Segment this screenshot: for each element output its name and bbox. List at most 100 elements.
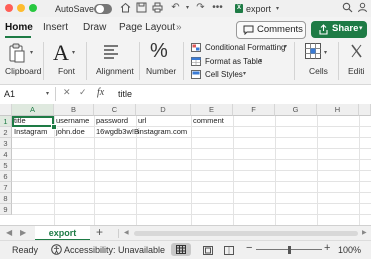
- excel-doc-icon: X: [235, 4, 243, 13]
- accessibility-icon[interactable]: [51, 244, 62, 255]
- row-header-6[interactable]: 6: [0, 171, 12, 182]
- more-icon[interactable]: •••: [211, 2, 224, 14]
- zoom-level[interactable]: 100%: [338, 245, 361, 255]
- cell-a2[interactable]: Instagram: [12, 127, 54, 138]
- more-tabs-icon[interactable]: »: [176, 22, 182, 33]
- select-all-corner[interactable]: [0, 104, 12, 116]
- cell-c2[interactable]: 16wgdb3w!B: [94, 127, 139, 138]
- tab-draw[interactable]: Draw: [83, 22, 106, 33]
- paste-icon[interactable]: [9, 43, 25, 63]
- cell-b2[interactable]: john.doe: [54, 127, 94, 138]
- autosave-toggle[interactable]: [94, 4, 112, 14]
- spreadsheet-grid[interactable]: A B C D E F G H 1 2 3 4 5 6 7 8 9 title …: [0, 104, 371, 225]
- conditional-formatting-button[interactable]: Conditional Formatting: [205, 43, 285, 52]
- page-break-view-icon[interactable]: [224, 246, 234, 255]
- cells-dropdown-icon[interactable]: ▾: [324, 49, 327, 56]
- alignment-icon[interactable]: [103, 44, 119, 60]
- sheet-tab-bar: ◀ ▶ export + ◀ ▶: [0, 225, 371, 241]
- column-header-d[interactable]: D: [136, 104, 191, 116]
- zoom-out-button[interactable]: −: [246, 242, 252, 254]
- row-header-9[interactable]: 9: [0, 204, 12, 215]
- column-header-e[interactable]: E: [191, 104, 233, 116]
- cell-e1[interactable]: comment: [191, 116, 233, 127]
- number-label: Number: [146, 66, 177, 76]
- autosave-label: AutoSave: [55, 4, 95, 14]
- column-header-h[interactable]: H: [317, 104, 359, 116]
- previous-sheet-icon[interactable]: ◀: [6, 228, 12, 237]
- page-layout-view-icon[interactable]: [203, 246, 213, 255]
- column-header-b[interactable]: B: [54, 104, 94, 116]
- conditional-formatting-dropdown-icon[interactable]: ▾: [284, 43, 287, 50]
- active-tab-indicator: [5, 36, 31, 38]
- name-box[interactable]: A1: [4, 89, 15, 99]
- account-icon[interactable]: [356, 2, 369, 14]
- comments-button[interactable]: Comments: [236, 21, 306, 39]
- share-button[interactable]: Share ▾: [311, 21, 367, 38]
- search-icon[interactable]: [341, 2, 354, 14]
- font-dropdown-icon[interactable]: ▾: [72, 49, 75, 56]
- zoom-slider-thumb[interactable]: [288, 246, 291, 254]
- close-window-button[interactable]: [5, 4, 13, 12]
- save-icon[interactable]: [135, 2, 148, 14]
- fill-handle[interactable]: [51, 124, 57, 130]
- undo-dropdown-icon[interactable]: ▾: [181, 2, 194, 14]
- row-header-5[interactable]: 5: [0, 160, 12, 171]
- column-header-next[interactable]: [359, 104, 371, 116]
- column-header-g[interactable]: G: [275, 104, 317, 116]
- enter-icon[interactable]: ✓: [79, 87, 87, 98]
- cells-label: Cells: [309, 66, 328, 76]
- row-header-2[interactable]: 2: [0, 127, 12, 138]
- normal-view-button[interactable]: [171, 243, 191, 256]
- row-header-8[interactable]: 8: [0, 193, 12, 204]
- cell-d2[interactable]: instagram.com: [136, 127, 191, 138]
- format-as-table-dropdown-icon[interactable]: ▾: [259, 57, 262, 64]
- font-icon[interactable]: A: [53, 40, 69, 66]
- percent-icon[interactable]: %: [150, 40, 168, 63]
- cancel-icon[interactable]: ✕: [63, 87, 71, 98]
- formula-input[interactable]: title: [118, 89, 132, 99]
- divider: [139, 42, 140, 80]
- row-header-4[interactable]: 4: [0, 149, 12, 160]
- paste-dropdown-icon[interactable]: ▾: [30, 49, 33, 56]
- tab-page-layout[interactable]: Page Layout: [119, 22, 175, 33]
- minimize-window-button[interactable]: [17, 4, 25, 12]
- sheet-tab-export[interactable]: export: [35, 226, 90, 241]
- row-header-3[interactable]: 3: [0, 138, 12, 149]
- cell-styles-icon: [191, 70, 201, 79]
- horizontal-scrollbar[interactable]: [134, 231, 358, 236]
- scroll-left-icon[interactable]: ◀: [124, 229, 129, 236]
- next-sheet-icon[interactable]: ▶: [20, 228, 26, 237]
- divider: [118, 229, 119, 238]
- title-dropdown-icon[interactable]: ▾: [276, 5, 279, 12]
- cell-d1[interactable]: url: [136, 116, 191, 127]
- zoom-window-button[interactable]: [29, 4, 37, 12]
- cells-icon[interactable]: [305, 43, 321, 59]
- column-header-c[interactable]: C: [94, 104, 136, 116]
- name-box-dropdown-icon[interactable]: ▾: [46, 90, 49, 97]
- cell-styles-button[interactable]: Cell Styles: [205, 70, 243, 79]
- redo-icon[interactable]: ↷: [194, 2, 207, 14]
- cell-b1[interactable]: username: [54, 116, 94, 127]
- format-as-table-button[interactable]: Format as Table: [205, 57, 262, 66]
- comments-label: Comments: [257, 24, 303, 35]
- zoom-in-button[interactable]: +: [324, 242, 330, 254]
- format-as-table-icon: [191, 57, 201, 66]
- cell-styles-dropdown-icon[interactable]: ▾: [243, 70, 246, 77]
- insert-function-icon[interactable]: fx: [97, 87, 104, 98]
- cell-c1[interactable]: password: [94, 116, 136, 127]
- editing-label: Editi: [348, 66, 365, 76]
- print-icon[interactable]: [151, 2, 164, 14]
- tab-insert[interactable]: Insert: [43, 22, 68, 33]
- scroll-right-icon[interactable]: ▶: [362, 229, 367, 236]
- sheet-tab-label: export: [48, 228, 77, 238]
- home-icon[interactable]: [119, 2, 132, 14]
- tab-home[interactable]: Home: [5, 22, 33, 33]
- row-header-7[interactable]: 7: [0, 182, 12, 193]
- row-header-1[interactable]: 1: [0, 116, 12, 127]
- conditional-formatting-icon: [191, 43, 201, 52]
- add-sheet-button[interactable]: +: [96, 225, 103, 239]
- editing-icon[interactable]: [349, 43, 365, 59]
- column-header-a[interactable]: A: [12, 104, 54, 116]
- column-header-f[interactable]: F: [233, 104, 275, 116]
- accessibility-status[interactable]: Accessibility: Unavailable: [64, 245, 165, 255]
